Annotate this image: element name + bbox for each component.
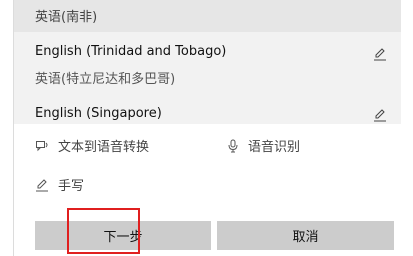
next-button-label: 下一步 <box>103 230 143 245</box>
language-native-name: 英语(南非) <box>35 10 98 25</box>
cancel-button[interactable]: 取消 <box>217 221 394 250</box>
cancel-button-label: 取消 <box>292 230 319 245</box>
window-edge-left <box>0 0 13 256</box>
language-native-name: 英语(特立尼达和多巴哥) <box>35 72 176 87</box>
add-language-dialog: 英语(南非) English (Trinidad and Tobago) 英语(… <box>0 0 413 256</box>
language-features: 文本到语音转换 语音识别 手写 <box>14 124 401 214</box>
feature-label: 语音识别 <box>248 140 301 155</box>
dialog-panel: 英语(南非) English (Trinidad and Tobago) 英语(… <box>13 0 401 256</box>
dialog-buttons: 下一步 取消 <box>14 214 401 256</box>
next-button[interactable]: 下一步 <box>35 221 211 250</box>
window-edge-right <box>401 0 413 256</box>
list-item-english-trinidad[interactable]: English (Trinidad and Tobago) 英语(特立尼达和多巴… <box>14 32 401 90</box>
handwriting-icon <box>36 178 48 191</box>
list-item-english-singapore[interactable]: English (Singapore) <box>14 90 401 124</box>
list-item-partial[interactable]: 英语(南非) <box>14 0 401 32</box>
feature-label: 手写 <box>58 179 85 194</box>
speech-bubble-icon <box>36 140 48 151</box>
feature-label: 文本到语音转换 <box>58 140 150 155</box>
handwriting-icon <box>374 48 386 61</box>
feature-text-to-speech: 文本到语音转换 <box>35 136 149 155</box>
feature-handwriting: 手写 <box>35 175 84 194</box>
microphone-icon <box>228 139 238 152</box>
feature-speech-recognition: 语音识别 <box>227 136 300 155</box>
language-name: English (Trinidad and Tobago) <box>35 44 227 59</box>
handwriting-icon <box>374 109 386 122</box>
language-name: English (Singapore) <box>35 106 162 121</box>
language-list[interactable]: 英语(南非) English (Trinidad and Tobago) 英语(… <box>14 0 401 124</box>
